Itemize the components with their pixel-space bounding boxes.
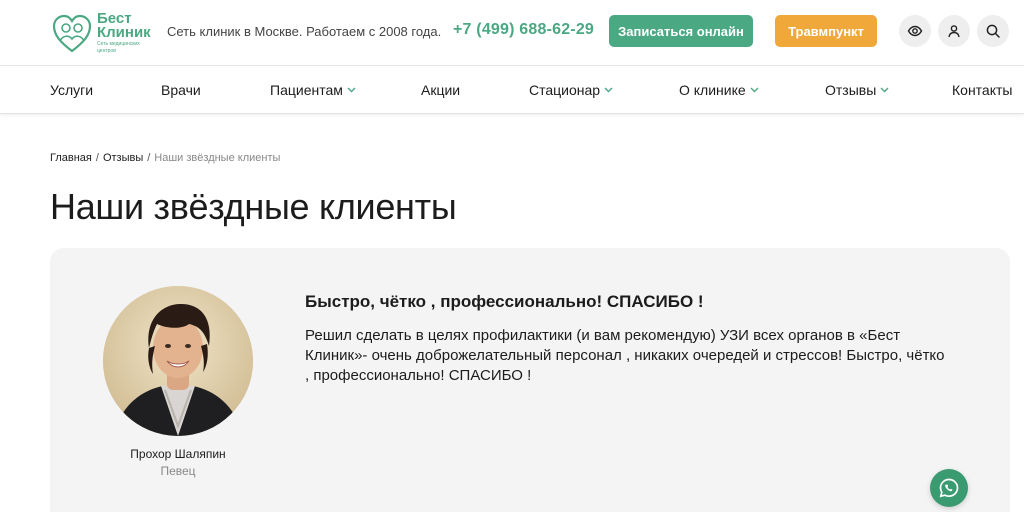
nav-item-patients[interactable]: Пациентам — [270, 82, 356, 98]
review-text: Решил сделать в целях профилактики (и ва… — [305, 327, 945, 384]
nav-item-reviews[interactable]: Отзывы — [825, 82, 889, 98]
phone-link[interactable]: +7 (499) 688-62-29 — [453, 21, 594, 39]
nav-item-about[interactable]: О клинике — [679, 82, 759, 98]
eye-icon — [907, 25, 923, 37]
breadcrumb-reviews-link[interactable]: Отзывы — [103, 152, 143, 164]
nav-item-hospital[interactable]: Стационар — [529, 82, 613, 98]
nav-item-contacts[interactable]: Контакты — [952, 82, 1012, 98]
person-role: Певец — [160, 464, 196, 478]
breadcrumb-current: Наши звёздные клиенты — [154, 152, 281, 164]
person-photo-icon — [103, 286, 253, 436]
chevron-down-icon — [880, 87, 889, 93]
trauma-center-button[interactable]: Травмпункт — [775, 15, 877, 47]
logo-subtitle-line1: Сеть медицинских — [97, 41, 140, 47]
nav-item-label: Пациентам — [270, 82, 343, 98]
main-nav: Услуги Врачи Пациентам Акции Стационар О… — [0, 67, 1024, 114]
whatsapp-icon — [939, 478, 959, 498]
account-button[interactable] — [938, 15, 970, 47]
breadcrumb-home-link[interactable]: Главная — [50, 152, 92, 164]
logo-name-line2: Клиник — [97, 24, 151, 41]
breadcrumb-separator: / — [147, 152, 151, 164]
review-title: Быстро, чётко , профессионально! СПАСИБО… — [305, 292, 704, 311]
logo-text: Бест Клиник Сеть медицинских центров — [97, 11, 151, 54]
person-name: Прохор Шаляпин — [130, 447, 226, 461]
nav-item-label: О клинике — [679, 82, 746, 98]
nav-item-promotions[interactable]: Акции — [421, 82, 460, 98]
nav-item-doctors[interactable]: Врачи — [161, 82, 201, 98]
chevron-down-icon — [604, 87, 613, 93]
avatar — [103, 286, 253, 436]
page-title: Наши звёздные клиенты — [50, 186, 457, 227]
nav-item-label: Услуги — [50, 82, 94, 98]
user-icon — [948, 25, 960, 38]
chevron-down-icon — [347, 87, 356, 93]
search-icon — [986, 24, 1000, 38]
search-button[interactable] — [977, 15, 1009, 47]
logo[interactable]: Бест Клиник Сеть медицинских центров — [50, 10, 154, 56]
nav-item-label: Врачи — [161, 82, 201, 98]
book-online-button[interactable]: Записаться онлайн — [609, 15, 753, 47]
breadcrumb: Главная / Отзывы / Наши звёздные клиенты — [50, 152, 280, 164]
nav-item-label: Акции — [421, 82, 461, 98]
accessibility-button[interactable] — [899, 15, 931, 47]
header-tagline: Сеть клиник в Москве. Работаем с 2008 го… — [167, 24, 442, 39]
logo-subtitle-line2: центров — [97, 48, 116, 54]
review-card: Прохор Шаляпин Певец Быстро, чётко , про… — [50, 248, 1010, 512]
nav-item-label: Контакты — [952, 82, 1013, 98]
logo-heart-icon — [52, 14, 92, 53]
nav-item-label: Отзывы — [825, 82, 877, 98]
whatsapp-button[interactable] — [930, 469, 968, 507]
nav-item-services[interactable]: Услуги — [50, 82, 93, 98]
chevron-down-icon — [750, 87, 759, 93]
breadcrumb-separator: / — [95, 152, 99, 164]
nav-item-label: Стационар — [529, 82, 601, 98]
site-header: Бест Клиник Сеть медицинских центров Сет… — [0, 0, 1024, 66]
